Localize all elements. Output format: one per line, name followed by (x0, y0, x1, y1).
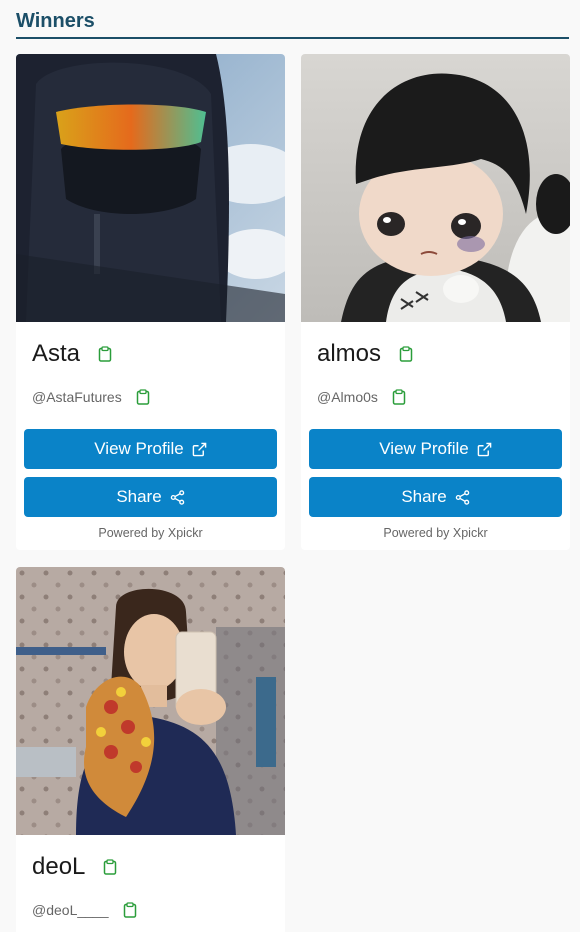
winner-name: almos (317, 340, 382, 367)
view-profile-label: View Profile (379, 439, 469, 458)
winner-handle: @deoL____ (32, 902, 109, 918)
share-icon (455, 489, 470, 505)
handle-row: @AstaFutures (32, 387, 150, 407)
winner-photo (16, 54, 285, 322)
clipboard-icon[interactable] (392, 389, 406, 405)
view-profile-label: View Profile (94, 439, 184, 458)
external-link-icon (192, 442, 207, 457)
toy-figurine-photo (301, 54, 570, 322)
winner-name: deoL (32, 853, 86, 880)
clipboard-icon[interactable] (98, 346, 112, 362)
woman-pizza-selfie-photo (16, 567, 285, 835)
view-profile-button[interactable]: View Profile (309, 429, 562, 469)
winner-handle: @AstaFutures (32, 389, 122, 405)
powered-by-text: Powered by Xpickr (98, 526, 203, 540)
clipboard-icon[interactable] (103, 859, 117, 875)
share-button[interactable]: Share (309, 477, 562, 517)
winner-card: deoL @deoL____ (16, 567, 285, 932)
name-row: deoL (32, 851, 117, 883)
share-icon (170, 489, 185, 505)
winner-photo (16, 567, 285, 835)
name-row: almos (317, 338, 413, 370)
external-link-icon (477, 442, 492, 457)
section-header: Winners (16, 8, 569, 39)
person-hood-goggles-photo (16, 54, 285, 322)
handle-row: @Almo0s (317, 387, 406, 407)
winner-handle: @Almo0s (317, 389, 378, 405)
handle-row: @deoL____ (32, 900, 137, 920)
clipboard-icon[interactable] (399, 346, 413, 362)
share-label: Share (401, 487, 447, 506)
powered-by-text: Powered by Xpickr (383, 526, 488, 540)
name-row: Asta (32, 338, 112, 370)
winner-photo (301, 54, 570, 322)
section-title: Winners (16, 10, 95, 32)
view-profile-button[interactable]: View Profile (24, 429, 277, 469)
share-label: Share (116, 487, 162, 506)
winner-name: Asta (32, 340, 81, 367)
winner-card: Asta @AstaFutures View Profile Share Pow… (16, 54, 285, 550)
share-button[interactable]: Share (24, 477, 277, 517)
clipboard-icon[interactable] (136, 389, 150, 405)
clipboard-icon[interactable] (123, 902, 137, 918)
winner-card: almos @Almo0s View Profile Share Powered… (301, 54, 570, 550)
